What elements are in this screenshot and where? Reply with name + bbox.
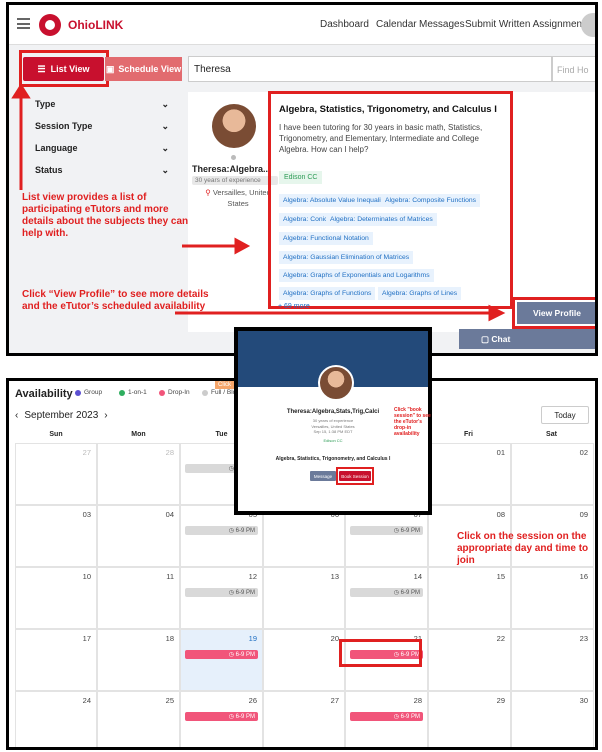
calendar-day[interactable]: 15: [428, 567, 511, 629]
calendar-day[interactable]: 16: [511, 567, 594, 629]
calendar-day[interactable]: 27: [15, 443, 97, 505]
day-number: 19: [248, 634, 257, 643]
clock-icon: ◷: [228, 714, 236, 720]
clock-icon: ◷: [393, 528, 401, 534]
modal-subject: Algebra, Statistics, Trigonometry, and C…: [275, 456, 391, 462]
session-time: 6-9 PM: [400, 590, 420, 596]
session-highlight: [339, 639, 422, 667]
day-number: 30: [579, 696, 588, 705]
calendar-day[interactable]: 23: [511, 629, 594, 691]
hidden-click-label: Click: [215, 381, 234, 389]
session-time: 6-9 PM: [235, 590, 255, 596]
day-header: Mon: [131, 431, 146, 438]
day-number: 12: [248, 572, 257, 581]
calendar-day[interactable]: 30: [511, 691, 594, 747]
calendar-day[interactable]: 17: [15, 629, 97, 691]
calendar-day[interactable]: 27: [263, 691, 345, 747]
day-number: 23: [579, 634, 588, 643]
modal-school: Edison CC: [323, 438, 343, 443]
calendar-day[interactable]: 26 ◷ 6-9 PM: [180, 691, 263, 747]
calendar-day[interactable]: 02: [511, 443, 594, 505]
legend-group: Group: [75, 389, 102, 396]
day-number: 11: [166, 572, 174, 581]
day-number: 02: [579, 448, 588, 457]
session-time: 6-9 PM: [400, 528, 420, 534]
calendar-day[interactable]: 22: [428, 629, 511, 691]
day-number: 27: [82, 448, 91, 457]
day-header: Fri: [464, 431, 473, 438]
today-button[interactable]: Today: [541, 406, 589, 424]
day-number: 18: [165, 634, 174, 643]
clock-icon: ◷: [228, 652, 236, 658]
calendar-day[interactable]: 29: [428, 691, 511, 747]
calendar-day[interactable]: 28 ◷ 6-9 PM: [345, 691, 428, 747]
day-number: 13: [330, 572, 339, 581]
session-event[interactable]: ◷ 6-9 PM: [185, 526, 258, 535]
profile-modal: Theresa:Algebra,Stats,Trig,Calci 30 year…: [234, 327, 432, 515]
day-number: 24: [82, 696, 91, 705]
session-time: 6-9 PM: [235, 652, 255, 658]
day-number: 08: [496, 510, 505, 519]
day-number: 03: [82, 510, 91, 519]
calendar-day[interactable]: 28: [97, 443, 180, 505]
day-number: 01: [496, 448, 505, 457]
clock-icon: ◷: [228, 590, 236, 596]
session-event[interactable]: ◷ 6-9 PM: [350, 712, 423, 721]
calendar-day[interactable]: 24: [15, 691, 97, 747]
day-number: 17: [82, 634, 91, 643]
day-number: 27: [330, 696, 339, 705]
legend-1on1: 1-on-1: [119, 389, 147, 396]
day-number: 28: [165, 448, 174, 457]
calendar-day[interactable]: 01: [428, 443, 511, 505]
calendar-day[interactable]: 18: [97, 629, 180, 691]
book-highlight: [336, 467, 374, 485]
day-number: 25: [165, 696, 174, 705]
calendar-day[interactable]: 20: [263, 629, 345, 691]
day-number: 04: [165, 510, 174, 519]
day-header: Sat: [546, 431, 557, 438]
calendar-day[interactable]: 14 ◷ 6-9 PM: [345, 567, 428, 629]
annotation-book-session: Click "book session" to see the eTutor's…: [394, 407, 431, 437]
day-number: 14: [413, 572, 422, 581]
day-number: 15: [496, 572, 505, 581]
calendar-day[interactable]: 03: [15, 505, 97, 567]
session-time: 6-9 PM: [235, 528, 255, 534]
day-number: 22: [496, 634, 505, 643]
calendar-day[interactable]: 19 ◷ 6-9 PM: [180, 629, 263, 691]
clock-icon: ◷: [393, 590, 401, 596]
calendar-day[interactable]: 04: [97, 505, 180, 567]
legend-dropin: Drop-In: [159, 389, 190, 396]
calendar-day[interactable]: 12 ◷ 6-9 PM: [180, 567, 263, 629]
clock-icon: ◷: [393, 714, 401, 720]
day-number: 29: [496, 696, 505, 705]
day-header: Sun: [49, 431, 63, 438]
session-event[interactable]: ◷ 6-9 PM: [350, 588, 423, 597]
session-event[interactable]: ◷ 6-9 PM: [350, 526, 423, 535]
message-button[interactable]: Message: [310, 471, 336, 481]
day-number: 26: [248, 696, 257, 705]
session-time: 6-9 PM: [235, 714, 255, 720]
session-event[interactable]: ◷ 6-9 PM: [185, 650, 258, 659]
modal-tutor-photo: [318, 365, 354, 401]
availability-title: Availability: [15, 388, 73, 400]
calendar-day[interactable]: 13: [263, 567, 345, 629]
clock-icon: ◷: [228, 528, 236, 534]
calendar-day[interactable]: 25: [97, 691, 180, 747]
month-nav: ‹ September 2023 ›: [15, 410, 108, 421]
day-number: 16: [579, 572, 588, 581]
calendar-day[interactable]: 10: [15, 567, 97, 629]
day-number: 28: [413, 696, 422, 705]
chevron-left-icon[interactable]: ‹: [15, 410, 18, 421]
annotation-click-session: Click on the session on the appropriate …: [457, 531, 589, 566]
calendar-day[interactable]: 11: [97, 567, 180, 629]
session-event[interactable]: ◷ 6-9 PM: [185, 588, 258, 597]
day-number: 10: [82, 572, 91, 581]
day-number: 20: [330, 634, 339, 643]
session-event[interactable]: ◷ 6-9 PM: [185, 712, 258, 721]
session-time: 6-9 PM: [400, 714, 420, 720]
day-number: 09: [579, 510, 588, 519]
chevron-right-icon[interactable]: ›: [104, 410, 107, 421]
